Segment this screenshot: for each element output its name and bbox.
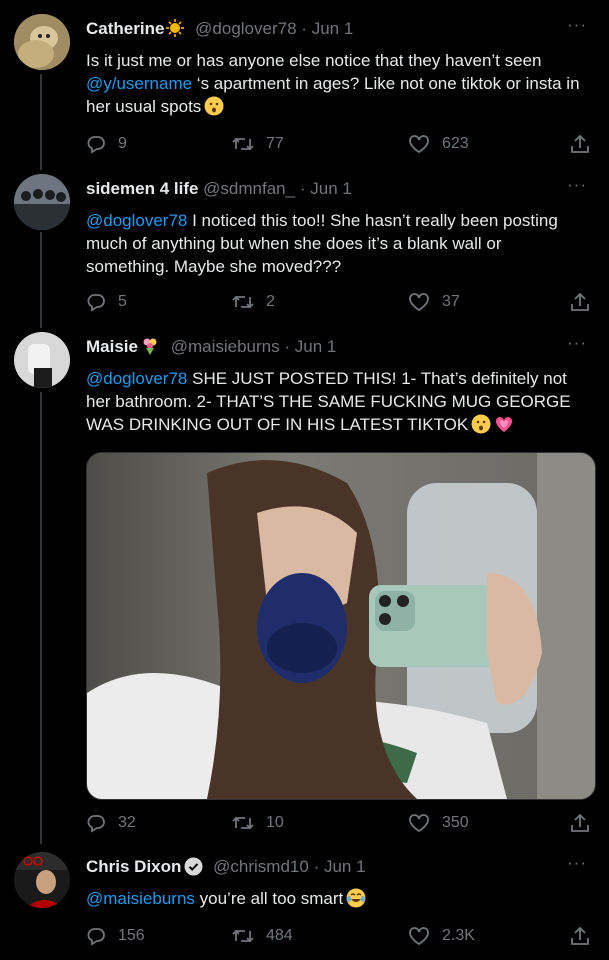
tweet-actions: 5 2 37 bbox=[86, 290, 591, 314]
like-button[interactable]: 37 bbox=[408, 290, 460, 314]
reply-icon bbox=[87, 294, 105, 312]
more-options-icon[interactable]: ··· bbox=[567, 332, 587, 354]
share-button[interactable] bbox=[570, 290, 602, 314]
tweet-actions: 9 77 623 bbox=[86, 132, 591, 156]
like-button[interactable]: 2.3K bbox=[408, 924, 475, 948]
avatar[interactable] bbox=[14, 332, 70, 388]
tweet-text: @doglover78 I noticed this too!! She has… bbox=[86, 211, 558, 276]
mention-link[interactable]: @doglover78 bbox=[86, 369, 187, 388]
retweet-button[interactable]: 77 bbox=[232, 132, 284, 156]
user-handle[interactable]: @sdmnfan_ bbox=[203, 179, 295, 198]
avatar[interactable] bbox=[14, 174, 70, 230]
verified-badge-icon bbox=[184, 857, 203, 876]
reply-icon bbox=[87, 928, 105, 946]
display-name[interactable]: sidemen 4 life bbox=[86, 179, 198, 198]
heart-icon bbox=[409, 293, 429, 312]
user-handle[interactable]: @chrismd10 bbox=[213, 857, 309, 876]
retweet-icon bbox=[232, 816, 254, 830]
sun-emoji-icon bbox=[166, 19, 185, 37]
tweet-actions: 32 10 350 bbox=[86, 811, 591, 835]
tweet-header: Chris Dixon @chrismd10 · Jun 1 ··· bbox=[86, 853, 587, 876]
more-options-icon[interactable]: ··· bbox=[567, 14, 587, 36]
display-name[interactable]: Chris Dixon bbox=[86, 857, 181, 876]
tweet-date[interactable]: Jun 1 bbox=[324, 857, 366, 876]
tweet[interactable]: Catherine @doglover78 · Jun 1 ··· Is it … bbox=[0, 0, 609, 170]
reply-button[interactable]: 32 bbox=[86, 811, 136, 835]
reply-button[interactable]: 156 bbox=[86, 924, 145, 948]
hushed-face-emoji-icon bbox=[204, 96, 224, 116]
share-icon bbox=[571, 292, 589, 311]
dog-avatar-image bbox=[14, 14, 70, 70]
share-icon bbox=[571, 813, 589, 832]
retweet-button[interactable]: 2 bbox=[232, 290, 275, 314]
mirror-selfie-photo bbox=[87, 453, 595, 799]
share-button[interactable] bbox=[570, 924, 602, 948]
tweet[interactable]: Maisie @maisieburns · Jun 1 ··· @doglove… bbox=[0, 330, 609, 850]
tweet-text: @maisieburns you’re all too smart bbox=[86, 887, 587, 910]
display-name[interactable]: Catherine bbox=[86, 19, 164, 38]
share-button[interactable] bbox=[570, 811, 602, 835]
retweet-icon bbox=[232, 137, 254, 151]
tweet-date[interactable]: Jun 1 bbox=[310, 179, 352, 198]
share-icon bbox=[571, 134, 589, 153]
user-avatar-image bbox=[14, 332, 70, 388]
growing-heart-emoji-icon bbox=[494, 414, 514, 434]
hushed-face-emoji-icon bbox=[471, 414, 491, 434]
tweet[interactable]: sidemen 4 life @sdmnfan_ · Jun 1 ··· @do… bbox=[0, 170, 609, 330]
tweet-header: Maisie @maisieburns · Jun 1 ··· bbox=[86, 333, 587, 356]
tweet[interactable]: Chris Dixon @chrismd10 · Jun 1 ··· @mais… bbox=[0, 850, 609, 960]
heart-icon bbox=[409, 135, 429, 154]
mention-link[interactable]: @doglover78 bbox=[86, 211, 187, 230]
heart-icon bbox=[409, 927, 429, 946]
share-icon bbox=[571, 926, 589, 945]
retweet-button[interactable]: 10 bbox=[232, 811, 284, 835]
reply-button[interactable]: 5 bbox=[86, 290, 127, 314]
reply-button[interactable]: 9 bbox=[86, 132, 127, 156]
share-button[interactable] bbox=[570, 132, 602, 156]
tweet-actions: 156 484 2.3K bbox=[86, 924, 591, 948]
tweet-header: Catherine @doglover78 · Jun 1 ··· bbox=[86, 15, 587, 38]
user-handle[interactable]: @doglover78 bbox=[195, 19, 296, 38]
tweet-text: Is it just me or has anyone else notice … bbox=[86, 51, 580, 116]
tweet-media-image[interactable] bbox=[86, 452, 596, 800]
like-button[interactable]: 623 bbox=[408, 132, 469, 156]
display-name[interactable]: Maisie bbox=[86, 337, 138, 356]
retweet-icon bbox=[232, 295, 254, 309]
bouquet-emoji-icon bbox=[140, 336, 160, 356]
mention-link[interactable]: @maisieburns bbox=[86, 889, 195, 908]
more-options-icon[interactable]: ··· bbox=[567, 852, 587, 874]
retweet-icon bbox=[232, 929, 254, 943]
more-options-icon[interactable]: ··· bbox=[567, 174, 587, 196]
tweet-date[interactable]: Jun 1 bbox=[312, 19, 354, 38]
tears-of-joy-emoji-icon bbox=[346, 888, 366, 908]
avatar[interactable] bbox=[14, 852, 70, 908]
reply-icon bbox=[87, 136, 105, 154]
reply-icon bbox=[87, 815, 105, 833]
group-avatar-image bbox=[14, 174, 70, 230]
user-handle[interactable]: @maisieburns bbox=[171, 337, 280, 356]
like-button[interactable]: 350 bbox=[408, 811, 469, 835]
tweet-date[interactable]: Jun 1 bbox=[295, 337, 337, 356]
avatar[interactable] bbox=[14, 14, 70, 70]
heart-icon bbox=[409, 814, 429, 833]
tweet-header: sidemen 4 life @sdmnfan_ · Jun 1 ··· bbox=[86, 175, 587, 198]
mention-link[interactable]: @y/username bbox=[86, 74, 192, 93]
retweet-button[interactable]: 484 bbox=[232, 924, 293, 948]
user-avatar-image bbox=[14, 852, 70, 908]
tweet-text: @doglover78 SHE JUST POSTED THIS! 1- Tha… bbox=[86, 369, 571, 434]
